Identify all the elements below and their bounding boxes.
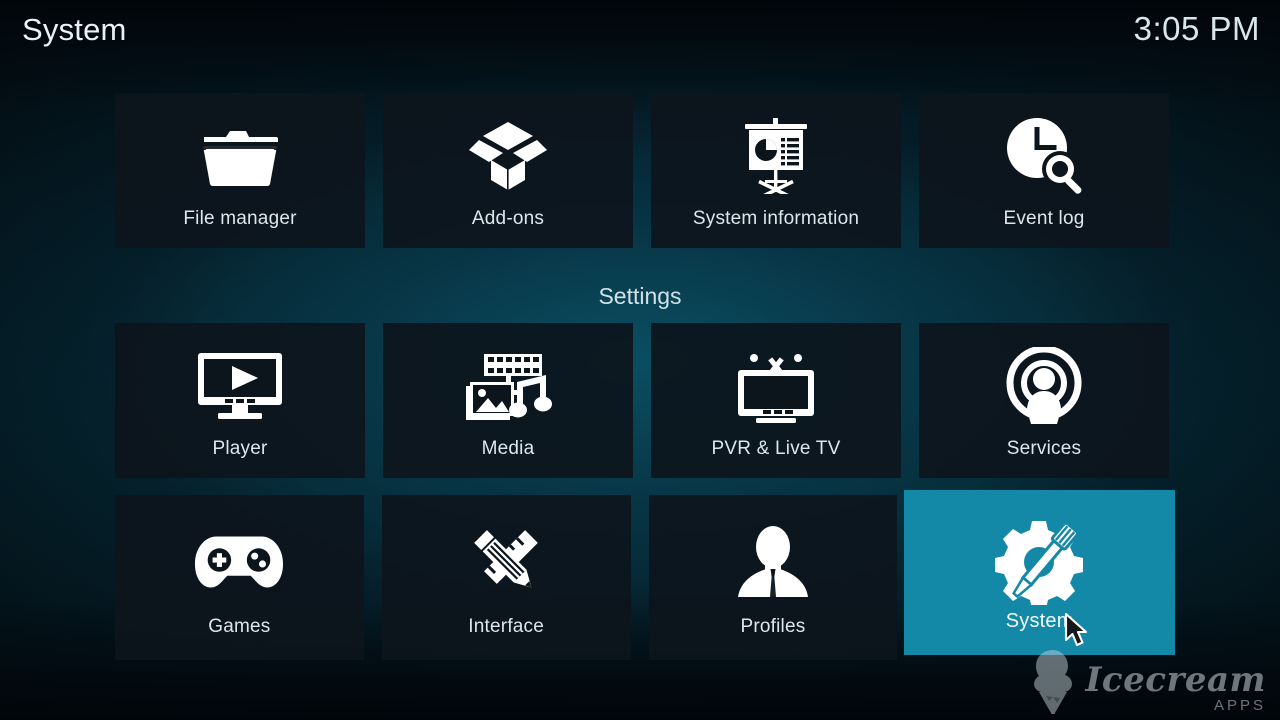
watermark-name: Icecream: [1085, 659, 1266, 700]
monitor-play-icon: [194, 345, 286, 427]
main-content: File manager Add-ons System information …: [0, 0, 1280, 720]
tile-media[interactable]: Media: [383, 323, 633, 478]
gamepad-icon: [193, 521, 285, 603]
folder-icon: [194, 115, 286, 197]
header-bar: System 3:05 PM: [0, 0, 1280, 66]
tile-add-ons[interactable]: Add-ons: [383, 93, 633, 248]
page-title: System: [22, 12, 127, 47]
broadcast-person-icon: [998, 345, 1090, 427]
pencil-ruler-icon: [460, 521, 552, 603]
tile-player[interactable]: Player: [115, 323, 365, 478]
open-box-icon: [462, 115, 554, 197]
tv-antenna-icon: [730, 345, 822, 427]
tile-label: Player: [212, 438, 268, 459]
settings-section-header: Settings: [598, 283, 682, 309]
tile-file-manager[interactable]: File manager: [115, 93, 365, 248]
tile-event-log[interactable]: Event log: [919, 93, 1169, 248]
top-menu-row: File manager Add-ons System information …: [115, 93, 1175, 248]
tile-label: File manager: [183, 208, 297, 229]
ice-cream-cone-icon: [1033, 650, 1072, 714]
tile-system-information[interactable]: System information: [651, 93, 901, 248]
tile-label: Games: [208, 616, 271, 637]
watermark-subtitle: APPS: [1213, 697, 1266, 714]
settings-row-middle: Player Media PVR & Live TV Services: [115, 323, 1175, 478]
tile-label: Profiles: [740, 616, 806, 637]
tile-label: Services: [1006, 438, 1082, 459]
clock: 3:05 PM: [1133, 10, 1260, 47]
filmstrip-photo-music-icon: [462, 345, 554, 427]
tile-label: PVR & Live TV: [711, 438, 841, 459]
mouse-pointer-icon: [1064, 613, 1088, 647]
tile-label: Event log: [1003, 208, 1085, 229]
tile-interface[interactable]: Interface: [381, 495, 631, 660]
tile-label: Add-ons: [471, 208, 545, 229]
tile-label: Media: [481, 438, 535, 459]
watermark: Icecream APPS: [1026, 648, 1267, 714]
tile-games[interactable]: Games: [115, 495, 364, 660]
tile-label: System: [1005, 610, 1074, 632]
tile-system[interactable]: System: [904, 490, 1176, 655]
clock-search-icon: [998, 115, 1090, 197]
tile-label: System information: [692, 208, 860, 229]
tile-profiles[interactable]: Profiles: [648, 495, 898, 660]
tile-services[interactable]: Services: [919, 323, 1169, 478]
tile-label: Interface: [468, 616, 545, 637]
gear-screwdriver-icon: [988, 516, 1092, 608]
person-bust-icon: [727, 521, 819, 603]
tile-pvr-live-tv[interactable]: PVR & Live TV: [651, 323, 901, 478]
presentation-chart-icon: [730, 115, 822, 197]
settings-row-bottom: Games Interface Profiles System: [115, 490, 1176, 660]
